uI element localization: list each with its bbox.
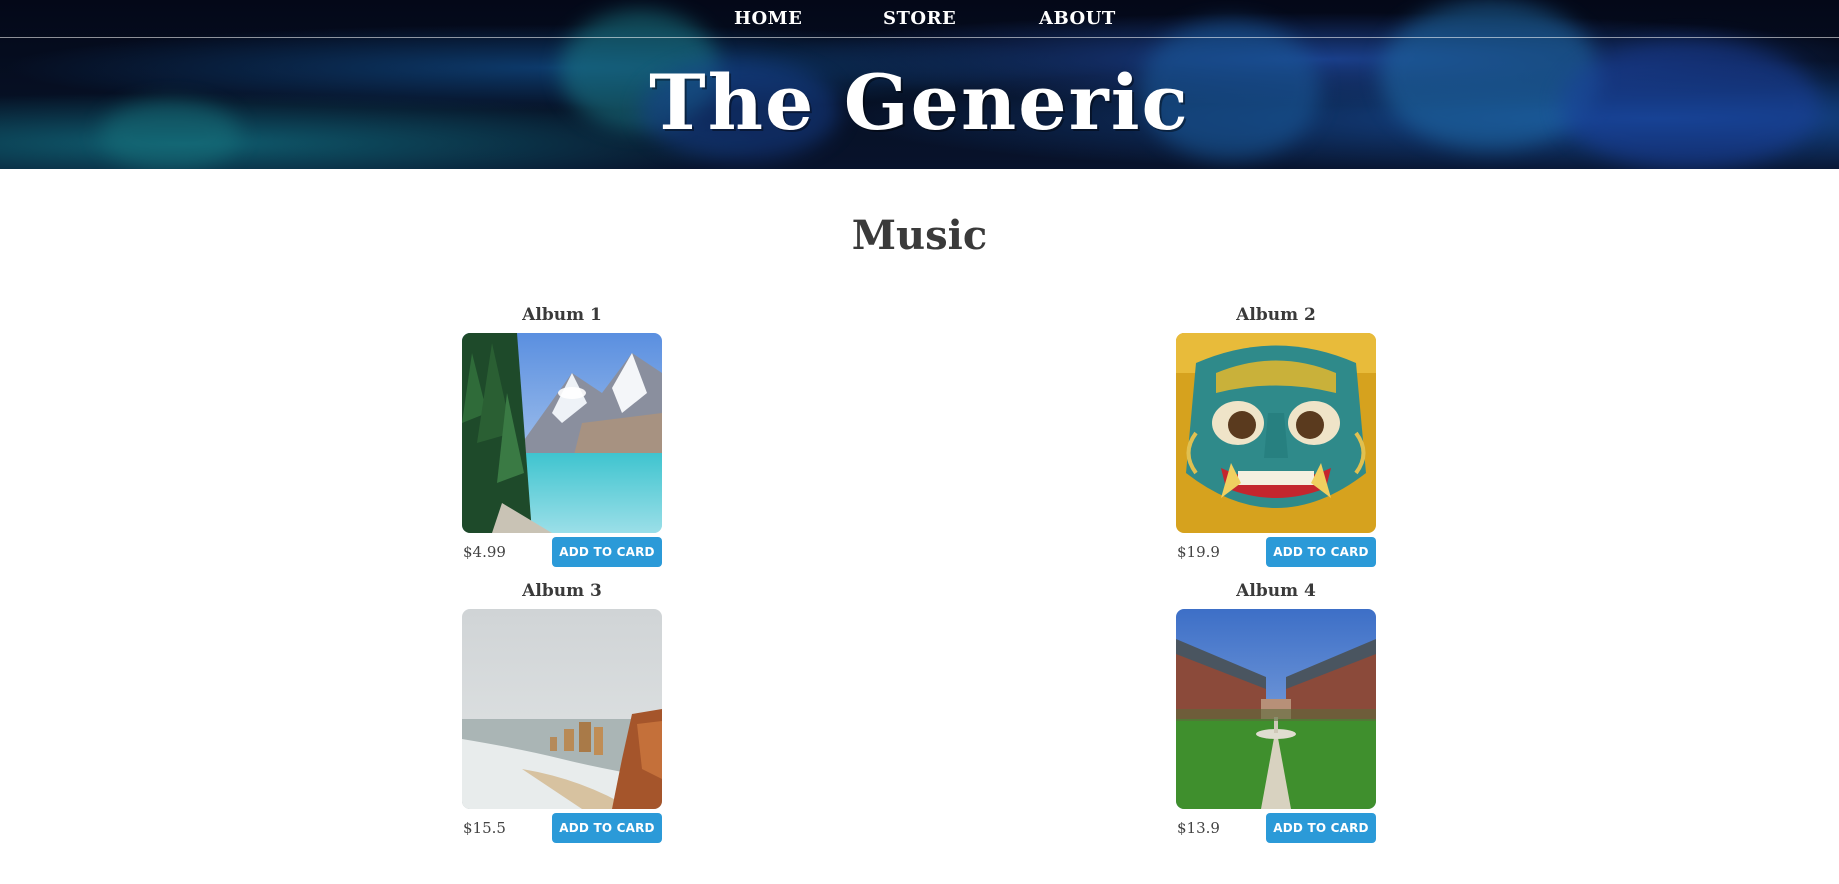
album-footer: $19.9 ADD TO CARD [1176,537,1376,569]
album-footer: $4.99 ADD TO CARD [462,537,662,569]
album-price: $4.99 [463,543,506,561]
album-footer: $13.9 ADD TO CARD [1176,813,1376,845]
album-cover-image [462,609,662,809]
album-cover-image [1176,333,1376,533]
site-header: HOME STORE ABOUT The Generic [0,0,1839,169]
album-price: $15.5 [463,819,506,837]
album-card: Album 4 $13.9 ADD TO CARD [1176,581,1376,845]
album-price: $13.9 [1177,819,1220,837]
album-price: $19.9 [1177,543,1220,561]
add-to-cart-button[interactable]: ADD TO CARD [1266,813,1376,843]
nav-store-link[interactable]: STORE [883,8,956,29]
album-title: Album 2 [1236,305,1316,325]
album-title: Album 3 [522,581,602,601]
album-title: Album 4 [1236,581,1316,601]
album-footer: $15.5 ADD TO CARD [462,813,662,845]
album-cover-image [1176,609,1376,809]
album-cover-image [462,333,662,533]
album-title: Album 1 [522,305,602,325]
album-card: Album 1 $4.99 ADD TO CARD [462,305,662,569]
top-nav: HOME STORE ABOUT [0,0,1839,38]
nav-about-link[interactable]: ABOUT [1039,8,1116,29]
section-title: Music [851,212,988,259]
album-card: Album 2 $19.9 ADD TO CARD [1176,305,1376,569]
nav-home-link[interactable]: HOME [734,8,802,29]
add-to-cart-button[interactable]: ADD TO CARD [552,813,662,843]
site-title: The Generic [649,58,1190,147]
add-to-cart-button[interactable]: ADD TO CARD [552,537,662,567]
album-card: Album 3 $15.5 ADD TO CARD [462,581,662,845]
add-to-cart-button[interactable]: ADD TO CARD [1266,537,1376,567]
